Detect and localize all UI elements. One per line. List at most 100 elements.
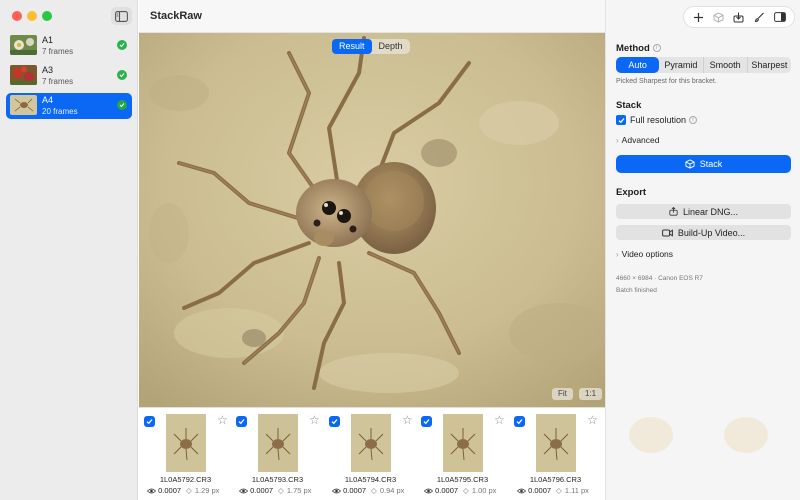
checkmark-icon [618,117,624,123]
frame-shift: 1.29 px [194,486,220,495]
stack-frame-count: 7 frames [42,47,74,56]
chevron-right-icon: › [616,136,619,145]
eye-icon [517,488,526,494]
frame-focus-value: 0.0007 [343,486,367,495]
checkmark-icon [146,419,153,425]
checkmark-icon [331,419,338,425]
star-icon[interactable]: ☆ [402,414,413,427]
alignment-icon: ◇ [186,486,192,495]
toolbar [683,6,795,28]
method-segmented-control: Auto Pyramid Smooth Sharpest [616,57,791,73]
frame-focus-value: 0.0007 [250,486,274,495]
method-section-title: Method i [616,43,661,54]
close-window-button[interactable] [12,11,22,21]
sidebar-left-icon [115,10,128,22]
frame-filename: 1L0A5794.CR3 [344,475,397,484]
sidebar-toggle-button[interactable] [111,7,132,25]
zoom-actual-size-button[interactable]: 1:1 [579,388,603,400]
full-resolution-checkbox[interactable] [616,115,626,125]
buildup-video-label: Build-Up Video... [677,227,746,238]
checkmark-icon [117,70,127,80]
linear-dng-label: Linear DNG... [682,206,739,217]
frame-include-checkbox[interactable] [144,416,155,427]
video-options-disclosure[interactable]: › Video options [616,249,673,259]
frame-include-checkbox[interactable] [514,416,525,427]
image-dimensions: 4660 × 6984 · Canon EOS R7 [616,275,703,282]
video-camera-icon [661,228,673,237]
export-section-title: Export [616,187,647,198]
frame-thumbnail [351,414,391,472]
frame-metrics: 0.0007 ◇ 1.75 px [239,486,329,495]
full-resolution-row[interactable]: Full resolution i [616,115,698,125]
image-viewer[interactable]: Result Depth Fit 1:1 [139,33,605,407]
star-icon[interactable]: ☆ [309,414,320,427]
eye-icon [239,488,248,494]
star-icon[interactable]: ☆ [217,414,228,427]
frame-include-checkbox[interactable] [236,416,247,427]
star-icon[interactable]: ☆ [494,414,505,427]
frame-filename: 1L0A5792.CR3 [159,475,212,484]
method-hint: Picked Sharpest for this bracket. [616,78,717,85]
linear-dng-button[interactable]: Linear DNG... [616,204,791,219]
minimize-window-button[interactable] [27,11,37,21]
frame-card[interactable]: ☆ 1L0A5793.CR3 0.0007 ◇ 1.75 px [231,408,324,500]
batch-status: Batch finished [616,287,657,294]
info-icon[interactable]: i [652,44,661,53]
export-icon [669,207,678,216]
tab-result[interactable]: Result [332,39,372,54]
frame-thumbnail [443,414,483,472]
stack-item-a1[interactable]: A1 7 frames [6,33,132,59]
checkmark-icon [516,419,523,425]
method-sharpest[interactable]: Sharpest [748,57,791,73]
inspector-panel: Method i Auto Pyramid Smooth Sharpest Pic… [605,0,800,500]
eye-icon [147,488,156,494]
import-icon[interactable] [732,10,746,24]
stack-item-a3[interactable]: A3 7 frames [6,63,132,89]
cube-icon[interactable] [712,10,726,24]
stack-thumbnail [10,95,37,115]
method-title: Method [616,43,650,54]
full-resolution-label: Full resolution [630,115,687,125]
frame-card[interactable]: ☆ 1L0A5792.CR3 0.0007 ◇ 1.29 px [139,408,232,500]
advanced-disclosure[interactable]: › Advanced [616,135,659,145]
tab-depth[interactable]: Depth [372,39,410,54]
frame-metrics: 0.0007 ◇ 0.94 px [332,486,422,495]
stack-button-label: Stack [699,159,723,169]
info-icon[interactable]: i [689,116,698,124]
buildup-video-button[interactable]: Build-Up Video... [616,225,791,240]
zoom-fit-button[interactable]: Fit [552,388,573,400]
checkmark-icon [238,419,245,425]
method-auto[interactable]: Auto [616,57,660,73]
video-options-label: Video options [621,249,674,259]
frame-card[interactable]: ☆ 1L0A5794.CR3 0.0007 ◇ 0.94 px [324,408,417,500]
frame-shift: 0.94 px [379,486,405,495]
frame-metrics: 0.0007 ◇ 1.11 px [517,486,607,495]
background-blur-decoration [629,417,768,453]
star-icon[interactable]: ☆ [587,414,598,427]
frame-include-checkbox[interactable] [329,416,340,427]
zoom-window-button[interactable] [42,11,52,21]
method-smooth[interactable]: Smooth [704,57,748,73]
stack-button[interactable]: Stack [616,155,791,173]
cube-icon [685,159,695,169]
brush-icon[interactable] [752,10,766,24]
eye-icon [332,488,341,494]
frame-focus-value: 0.0007 [435,486,459,495]
result-depth-segmented: Result Depth [332,39,410,54]
frame-shift: 1.00 px [471,486,497,495]
checkmark-icon [117,40,127,50]
frame-card[interactable]: ☆ 1L0A5795.CR3 0.0007 ◇ 1.00 px [416,408,509,500]
frame-include-checkbox[interactable] [421,416,432,427]
method-pyramid[interactable]: Pyramid [659,57,704,73]
checkmark-icon [423,419,430,425]
frame-shift: 1.75 px [286,486,312,495]
frame-filename: 1L0A5795.CR3 [436,475,489,484]
stack-name: A4 [42,95,54,105]
plus-icon[interactable] [691,10,705,24]
stacked-result-image [139,33,605,407]
frame-card[interactable]: ☆ 1L0A5796.CR3 0.0007 ◇ 1.11 px [509,408,602,500]
sidebar-right-icon[interactable] [773,10,787,24]
title-bar: StackRaw [139,0,605,33]
frame-metrics: 0.0007 ◇ 1.29 px [147,486,237,495]
stack-item-a4[interactable]: A4 20 frames [6,93,132,119]
